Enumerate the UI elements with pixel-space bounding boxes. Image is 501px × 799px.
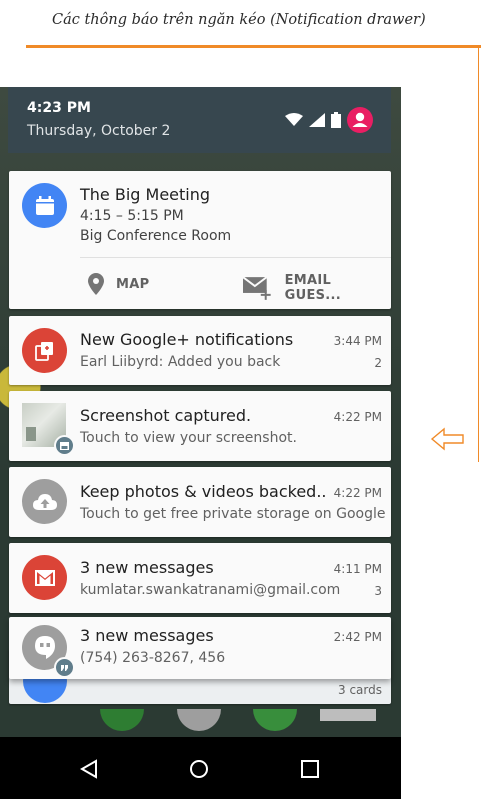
- recents-button-icon[interactable]: [301, 760, 319, 778]
- screenshot-notification-card[interactable]: Screenshot captured. Touch to view your …: [9, 391, 391, 461]
- gplus-notification-card[interactable]: New Google+ notifications Earl Liibyrd: …: [9, 316, 391, 385]
- notification-header[interactable]: 4:23 PM Thursday, October 2: [8, 87, 391, 153]
- dock-app-icon[interactable]: [320, 709, 376, 721]
- meeting-title: The Big Meeting: [80, 185, 211, 204]
- current-date: Thursday, October 2: [27, 123, 171, 139]
- gmail-count: 3: [374, 584, 382, 598]
- avatar-icon[interactable]: [347, 107, 373, 133]
- email-add-icon: [243, 276, 271, 300]
- gmail-time: 4:11 PM: [333, 562, 382, 576]
- gplus-circles-icon: [34, 341, 53, 361]
- gplus-count: 2: [374, 356, 382, 370]
- thumbnail-figure: [26, 427, 36, 441]
- screenshot-time: 4:22 PM: [333, 410, 382, 424]
- location-pin-icon: [88, 273, 104, 295]
- gmail-text: kumlatar.swankatranami@gmail.com: [80, 582, 341, 598]
- annotation-underline: [26, 45, 481, 48]
- status-icons: [285, 107, 373, 133]
- hangouts-title: 3 new messages: [80, 626, 214, 645]
- hangouts-time: 2:42 PM: [333, 630, 382, 644]
- cloud-upload-icon: [32, 493, 57, 510]
- gmail-app-icon: [22, 555, 67, 600]
- screenshot-title: Screenshot captured.: [80, 406, 252, 425]
- calendar-notification-card[interactable]: The Big Meeting 4:15 – 5:15 PM Big Confe…: [9, 171, 391, 309]
- email-guests-label: EMAIL GUES...: [284, 273, 342, 303]
- back-button-icon[interactable]: [80, 759, 98, 779]
- email-guests-action-button[interactable]: EMAIL GUES...: [243, 273, 391, 303]
- calendar-app-icon: [22, 183, 67, 228]
- photos-backup-app-icon: [22, 479, 67, 524]
- photos-time: 4:22 PM: [333, 486, 382, 500]
- screenshot-text: Touch to view your screenshot.: [80, 430, 297, 446]
- gplus-text: Earl Liibyrd: Added you back: [80, 354, 281, 370]
- gmail-title: 3 new messages: [80, 558, 214, 577]
- calendar-icon: [35, 195, 54, 215]
- hangouts-notification-card[interactable]: 3 new messages (754) 263-8267, 456 2:42 …: [9, 617, 391, 679]
- photos-title: Keep photos & videos backed..: [80, 482, 327, 501]
- gmail-notification-card[interactable]: 3 new messages kumlatar.swankatranami@gm…: [9, 543, 391, 613]
- gplus-title: New Google+ notifications: [80, 330, 294, 349]
- gplus-app-icon: [22, 328, 67, 373]
- navigation-bar: [0, 737, 401, 799]
- phone-screen: 4:23 PM Thursday, October 2 The Big Meet…: [0, 87, 401, 799]
- photos-text: Touch to get free private storage on Goo…: [80, 506, 386, 522]
- hangouts-text: (754) 263-8267, 456: [80, 650, 226, 666]
- clock-time: 4:23 PM: [27, 100, 91, 116]
- meeting-location: Big Conference Room: [80, 228, 232, 244]
- home-button-icon[interactable]: [189, 759, 209, 779]
- gplus-time: 3:44 PM: [333, 334, 382, 348]
- image-badge-icon: [54, 435, 75, 456]
- map-action-label: MAP: [116, 276, 150, 292]
- hangouts-quote-icon: [34, 635, 55, 659]
- overflow-cards-label: 3 cards: [338, 683, 382, 697]
- map-action-button[interactable]: MAP: [88, 273, 149, 295]
- gmail-envelope-icon: [34, 569, 55, 586]
- annotation-bracket-line: [478, 48, 479, 462]
- wifi-icon: [285, 113, 303, 126]
- left-arrow-icon: [430, 427, 464, 451]
- hangouts-badge-icon: [54, 657, 75, 678]
- signal-icon: [309, 113, 325, 127]
- card-divider: [80, 257, 391, 258]
- annotation-caption: Các thông báo trên ngăn kéo (Notificatio…: [52, 12, 426, 28]
- battery-icon: [331, 112, 341, 128]
- photos-backup-notification-card[interactable]: Keep photos & videos backed.. Touch to g…: [9, 467, 391, 537]
- meeting-time: 4:15 – 5:15 PM: [80, 208, 184, 224]
